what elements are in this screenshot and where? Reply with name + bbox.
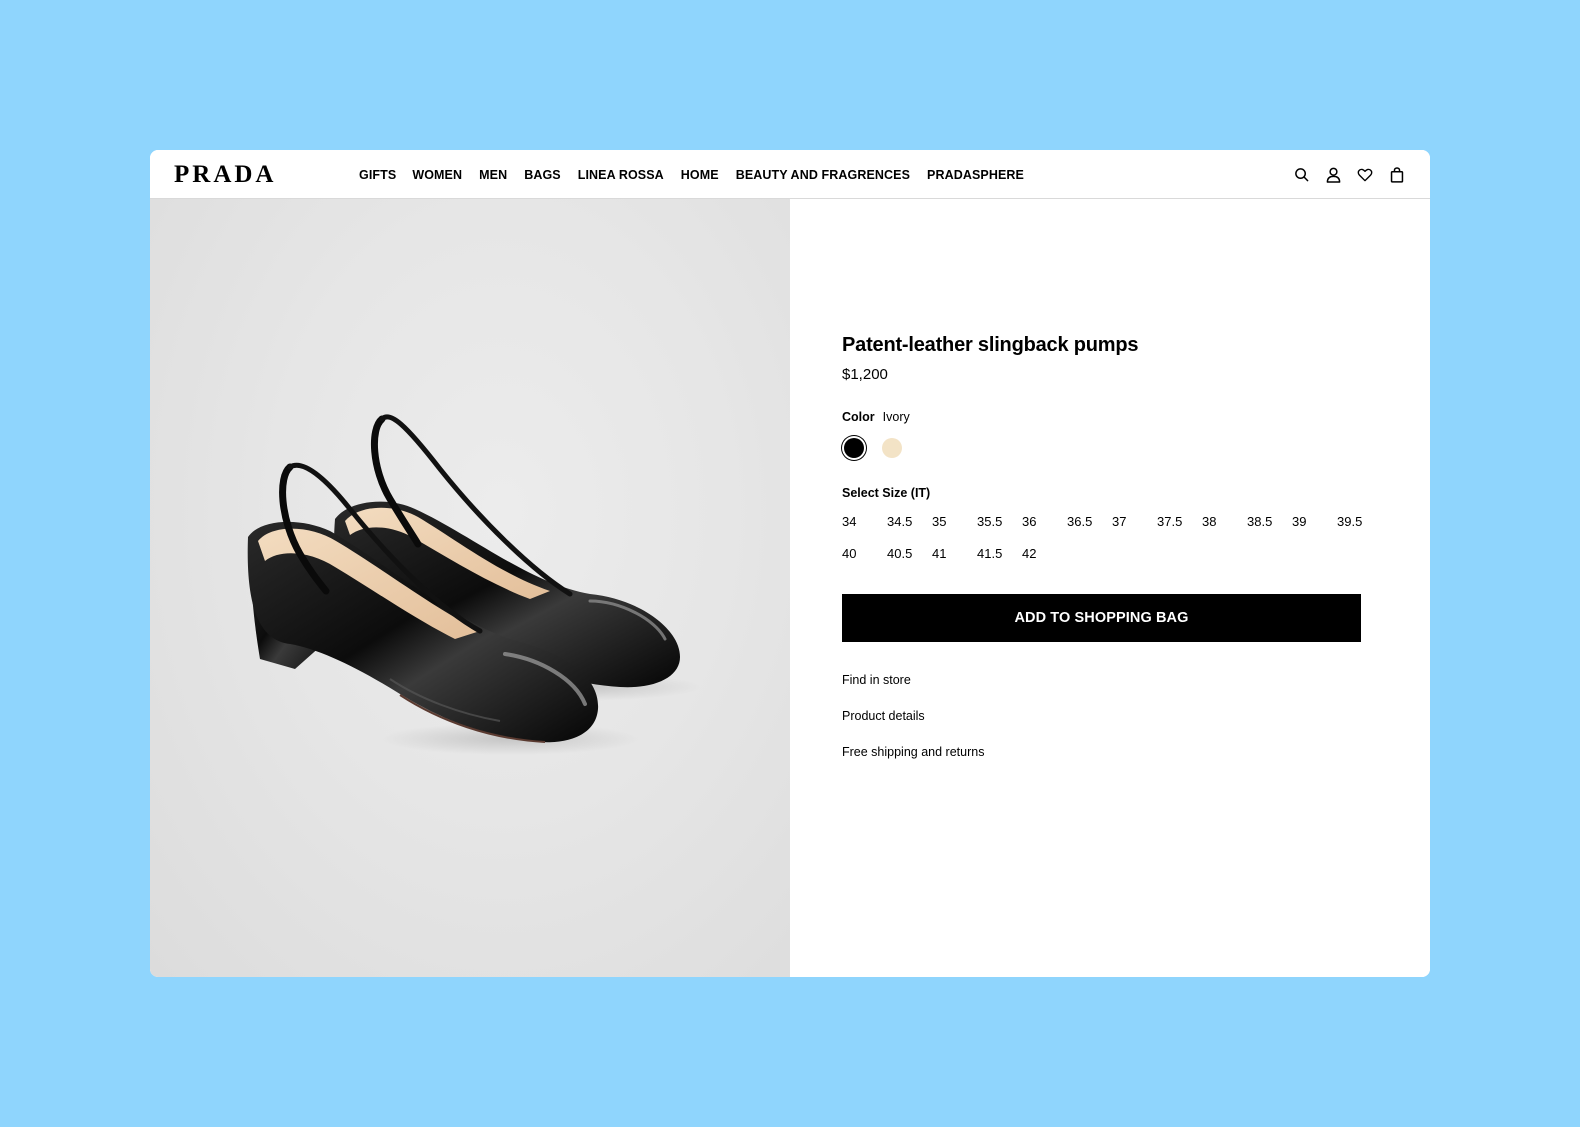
nav-item-pradasphere[interactable]: PRADASPHERE bbox=[927, 168, 1024, 182]
size-option[interactable]: 40 bbox=[842, 545, 887, 563]
size-option[interactable]: 34 bbox=[842, 513, 887, 531]
add-to-bag-button[interactable]: ADD TO SHOPPING BAG bbox=[842, 594, 1361, 642]
nav-item-gifts[interactable]: GIFTS bbox=[359, 168, 396, 182]
prada-logo[interactable]: PRADA bbox=[174, 161, 277, 189]
size-option[interactable]: 39 bbox=[1292, 513, 1337, 531]
nav-item-home[interactable]: HOME bbox=[681, 168, 719, 182]
main-nav: GIFTS WOMEN MEN BAGS LINEA ROSSA HOME BE… bbox=[359, 150, 1024, 199]
nav-item-women[interactable]: WOMEN bbox=[412, 168, 462, 182]
account-icon[interactable] bbox=[1324, 166, 1342, 184]
size-label: Select Size (IT) bbox=[842, 486, 931, 500]
product-image bbox=[150, 199, 790, 977]
size-options: 34 34.5 35 35.5 36 36.5 37 37.5 38 38.5 … bbox=[842, 513, 1382, 563]
size-option[interactable]: 36 bbox=[1022, 513, 1067, 531]
color-swatch-ivory[interactable] bbox=[882, 438, 902, 458]
color-swatch-black[interactable] bbox=[844, 438, 864, 458]
search-icon[interactable] bbox=[1292, 166, 1310, 184]
size-option[interactable]: 41 bbox=[932, 545, 977, 563]
color-label: Color bbox=[842, 410, 875, 424]
slingback-pumps-illustration bbox=[247, 414, 700, 755]
product-details-panel: Patent-leather slingback pumps $1,200 Co… bbox=[790, 199, 1430, 977]
size-option[interactable]: 42 bbox=[1022, 545, 1067, 563]
product-title: Patent-leather slingback pumps bbox=[842, 334, 1139, 356]
size-option[interactable]: 39.5 bbox=[1337, 513, 1382, 531]
nav-item-bags[interactable]: BAGS bbox=[524, 168, 561, 182]
product-details-link[interactable]: Product details bbox=[842, 707, 984, 725]
nav-item-beauty[interactable]: BEAUTY AND FRAGRENCES bbox=[736, 168, 910, 182]
size-option[interactable]: 41.5 bbox=[977, 545, 1022, 563]
shipping-returns-link[interactable]: Free shipping and returns bbox=[842, 743, 984, 761]
product-price: $1,200 bbox=[842, 366, 888, 383]
nav-item-linea-rossa[interactable]: LINEA ROSSA bbox=[578, 168, 664, 182]
size-option[interactable]: 37.5 bbox=[1157, 513, 1202, 531]
nav-item-men[interactable]: MEN bbox=[479, 168, 507, 182]
size-option[interactable]: 36.5 bbox=[1067, 513, 1112, 531]
color-selector-label: Color Ivory bbox=[842, 410, 910, 424]
size-option[interactable]: 35.5 bbox=[977, 513, 1022, 531]
browser-window: PRADA GIFTS WOMEN MEN BAGS LINEA ROSSA H… bbox=[150, 150, 1430, 977]
size-option[interactable]: 40.5 bbox=[887, 545, 932, 563]
header-icons bbox=[1292, 150, 1406, 199]
color-value: Ivory bbox=[882, 410, 910, 424]
product-links: Find in store Product details Free shipp… bbox=[842, 671, 984, 761]
wishlist-icon[interactable] bbox=[1356, 166, 1374, 184]
shopping-bag-icon[interactable] bbox=[1388, 166, 1406, 184]
size-option[interactable]: 37 bbox=[1112, 513, 1157, 531]
site-header: PRADA GIFTS WOMEN MEN BAGS LINEA ROSSA H… bbox=[150, 150, 1430, 199]
size-option[interactable]: 35 bbox=[932, 513, 977, 531]
find-in-store-link[interactable]: Find in store bbox=[842, 671, 984, 689]
size-option[interactable]: 38.5 bbox=[1247, 513, 1292, 531]
size-option[interactable]: 34.5 bbox=[887, 513, 932, 531]
size-option[interactable]: 38 bbox=[1202, 513, 1247, 531]
color-swatches bbox=[842, 436, 904, 460]
